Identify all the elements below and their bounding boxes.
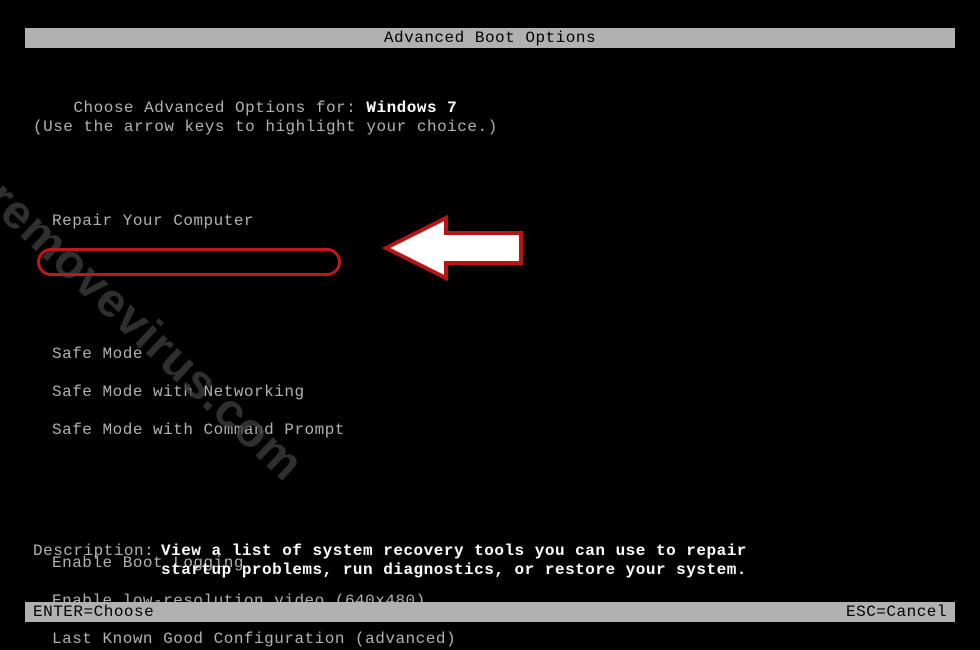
title-text: Advanced Boot Options xyxy=(384,29,596,47)
menu-item-safe-mode[interactable]: Safe Mode xyxy=(50,345,488,364)
intro-block: Choose Advanced Options for: Windows 7 (… xyxy=(33,80,498,156)
footer-bar: ENTER=Choose ESC=Cancel xyxy=(25,602,955,622)
menu-item-safe-mode-command-prompt[interactable]: Safe Mode with Command Prompt xyxy=(50,421,488,440)
intro-os: Windows 7 xyxy=(366,99,457,117)
description-block: Description:View a list of system recove… xyxy=(33,523,747,599)
description-text: View a list of system recovery tools you… xyxy=(161,542,747,580)
title-bar: Advanced Boot Options xyxy=(25,28,955,48)
description-label: Description: xyxy=(33,542,161,561)
menu-item-repair-your-computer[interactable]: Repair Your Computer xyxy=(50,212,488,231)
menu-group-safemode: Safe Mode Safe Mode with Networking Safe… xyxy=(50,326,488,478)
intro-prefix: Choose Advanced Options for: xyxy=(73,99,366,117)
menu-group-repair: Repair Your Computer xyxy=(50,193,488,269)
footer-esc: ESC=Cancel xyxy=(846,602,947,622)
boot-screen: Advanced Boot Options Choose Advanced Op… xyxy=(0,0,980,650)
menu-item-last-known-good-config[interactable]: Last Known Good Configuration (advanced) xyxy=(50,630,488,649)
intro-hint: (Use the arrow keys to highlight your ch… xyxy=(33,118,498,136)
menu-item-safe-mode-networking[interactable]: Safe Mode with Networking xyxy=(50,383,488,402)
footer-enter: ENTER=Choose xyxy=(33,602,154,622)
